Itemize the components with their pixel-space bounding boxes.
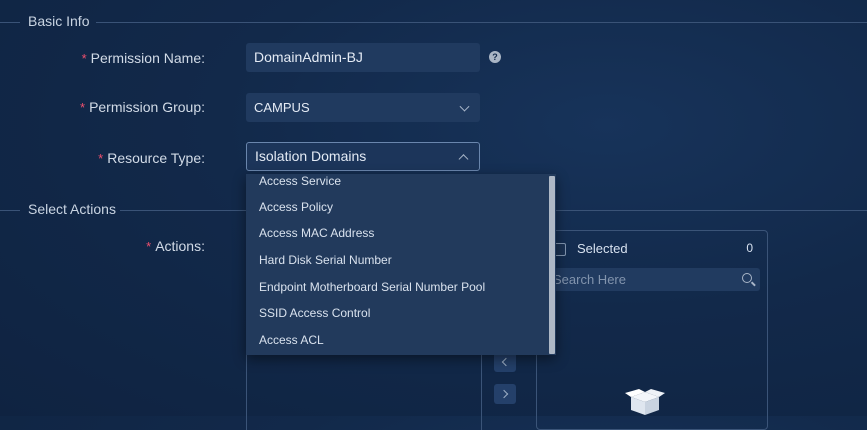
resource-type-dropdown: Access Service Access Policy Access MAC …: [246, 174, 556, 355]
chevron-left-icon: [501, 357, 511, 367]
question-circle-icon[interactable]: ?: [489, 51, 501, 63]
required-mark: *: [80, 100, 86, 115]
required-mark: *: [81, 51, 87, 66]
dropdown-option[interactable]: SSID Access Control: [259, 306, 370, 320]
section-divider: [0, 210, 20, 211]
permission-name-label-text: Permission Name:: [90, 50, 205, 66]
actions-label-text: Actions:: [155, 238, 205, 254]
resource-type-value: Isolation Domains: [255, 148, 367, 164]
permission-group-label-text: Permission Group:: [89, 99, 205, 115]
required-mark: *: [98, 151, 104, 166]
permission-name-field[interactable]: [246, 43, 480, 72]
selected-actions-panel: Selected 0: [536, 230, 768, 430]
chevron-up-icon: [458, 153, 469, 164]
permission-group-value: CAMPUS: [254, 100, 310, 115]
permission-name-label: * Permission Name:: [82, 50, 205, 66]
chevron-down-icon: [459, 101, 470, 112]
resource-type-label: * Resource Type:: [98, 150, 205, 166]
selected-count: 0: [746, 241, 753, 255]
dropdown-option[interactable]: Hard Disk Serial Number: [259, 253, 392, 267]
section-title-basic-info: Basic Info: [28, 13, 90, 29]
dropdown-scrollbar[interactable]: [549, 176, 555, 354]
move-right-button[interactable]: [494, 384, 516, 404]
selected-panel-title: Selected: [577, 241, 628, 256]
required-mark: *: [146, 239, 152, 254]
section-divider: [96, 22, 867, 23]
search-icon[interactable]: [742, 273, 752, 283]
permission-name-input[interactable]: [254, 43, 454, 71]
dropdown-option[interactable]: Access MAC Address: [259, 226, 374, 240]
section-title-select-actions: Select Actions: [28, 201, 116, 217]
dropdown-option[interactable]: Access Service: [259, 174, 341, 188]
dropdown-option[interactable]: Access ACL: [259, 333, 324, 347]
permission-group-label: * Permission Group:: [80, 99, 205, 115]
section-basic-info: Basic Info: [0, 12, 867, 32]
move-left-button[interactable]: [494, 352, 516, 372]
permission-group-select[interactable]: CAMPUS: [246, 93, 480, 122]
selected-search-input[interactable]: [553, 268, 733, 291]
resource-type-label-text: Resource Type:: [107, 150, 205, 166]
dropdown-option[interactable]: Access Policy: [259, 200, 333, 214]
resource-type-select[interactable]: Isolation Domains: [246, 142, 480, 171]
chevron-right-icon: [499, 389, 509, 399]
actions-label: * Actions:: [146, 238, 205, 254]
empty-box-icon: [625, 389, 665, 415]
section-divider: [0, 22, 20, 23]
dropdown-option[interactable]: Endpoint Motherboard Serial Number Pool: [259, 280, 485, 294]
selected-search-box[interactable]: [547, 268, 760, 291]
